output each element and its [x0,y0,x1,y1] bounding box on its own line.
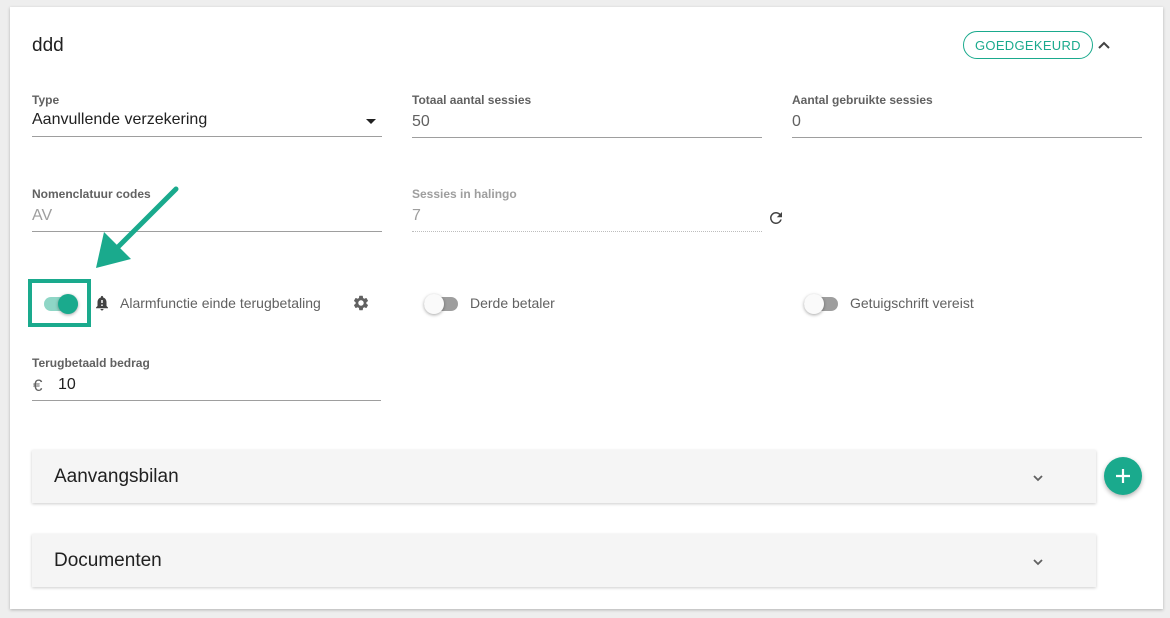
alarm-toggle-label: Alarmfunctie einde terugbetaling [120,295,321,311]
refunded-amount-value: 10 [58,376,76,393]
certificate-toggle-label: Getuigschrift vereist [850,295,974,311]
type-select-value: Aanvullende verzekering [32,111,208,128]
chevron-down-icon[interactable] [1031,471,1045,485]
add-button[interactable] [1104,457,1142,495]
euro-icon: € [33,376,43,395]
chevron-down-icon[interactable] [1031,555,1045,569]
used-sessions-input[interactable]: 0 [792,113,1142,139]
third-party-toggle[interactable] [424,293,462,315]
bell-alert-icon [96,295,108,311]
panel-documenten-title: Documenten [54,550,162,571]
third-party-toggle-label: Derde betaler [470,295,555,311]
total-sessions-underline [412,137,762,138]
total-sessions-value: 50 [412,113,430,130]
type-select[interactable]: Aanvullende verzekering [32,111,382,137]
total-sessions-label: Totaal aantal sessies [412,93,532,107]
nomenclature-label: Nomenclatuur codes [32,187,151,201]
certificate-toggle-thumb [804,294,824,314]
type-underline [32,136,382,137]
halingo-sessions-underline [412,231,762,232]
card-title: ddd [32,35,64,56]
session-card: ddd GOEDGEKEURD Type Aanvullende verzeke… [10,7,1163,609]
panel-aanvangsbilan[interactable]: Aanvangsbilan [32,450,1096,503]
panel-aanvangsbilan-title: Aanvangsbilan [54,466,179,487]
halingo-sessions-input: 7 [412,207,762,233]
gear-icon[interactable] [352,294,370,312]
dropdown-arrow-icon [366,119,376,124]
panel-documenten[interactable]: Documenten [32,534,1096,587]
chevron-up-icon[interactable] [1097,38,1111,52]
certificate-toggle[interactable] [804,293,842,315]
refunded-amount-label: Terugbetaald bedrag [32,356,150,370]
used-sessions-underline [792,137,1142,138]
halingo-sessions-value: 7 [412,207,421,224]
refunded-amount-input[interactable]: € 10 [32,376,381,402]
alarm-toggle-thumb [58,294,78,314]
third-party-toggle-thumb [424,294,444,314]
refresh-icon[interactable] [767,209,785,227]
type-label: Type [32,93,60,107]
refunded-amount-underline [32,400,381,401]
total-sessions-input[interactable]: 50 [412,113,762,139]
status-badge: GOEDGEKEURD [963,31,1093,59]
plus-icon [1116,469,1130,483]
alarm-toggle[interactable] [44,293,82,315]
used-sessions-value: 0 [792,113,801,130]
nomenclature-underline [32,231,382,232]
nomenclature-input[interactable]: AV [32,207,382,233]
used-sessions-label: Aantal gebruikte sessies [792,93,933,107]
nomenclature-value: AV [32,207,53,224]
halingo-sessions-label: Sessies in halingo [412,187,517,201]
